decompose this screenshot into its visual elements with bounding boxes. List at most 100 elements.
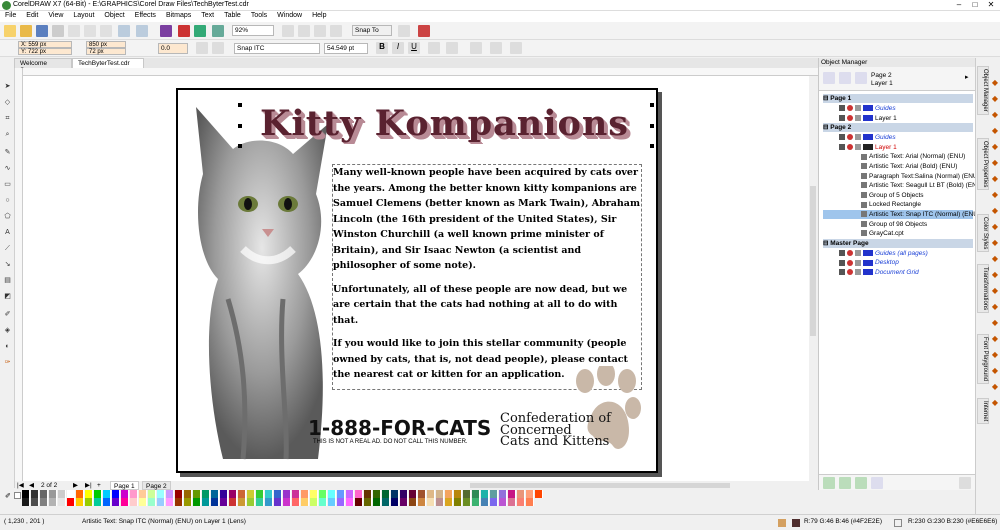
- color-swatch[interactable]: [373, 490, 381, 498]
- docker-menu-arrow-icon[interactable]: ▸: [965, 73, 969, 81]
- color-swatch[interactable]: [391, 498, 399, 506]
- dock-tool-icon[interactable]: ◆: [990, 110, 1000, 120]
- color-swatch[interactable]: [58, 498, 66, 506]
- object-tree-layer[interactable]: Guides: [823, 104, 973, 113]
- color-swatch[interactable]: [445, 498, 453, 506]
- color-swatch[interactable]: [31, 498, 39, 506]
- color-swatch[interactable]: [166, 498, 174, 506]
- menu-edit[interactable]: Edit: [21, 11, 43, 19]
- object-tree-layer[interactable]: Document Grid: [823, 268, 973, 277]
- color-swatch[interactable]: [121, 490, 129, 498]
- selection-handle[interactable]: [650, 103, 654, 107]
- color-swatch[interactable]: [184, 498, 192, 506]
- font-list-select[interactable]: Snap ITC: [234, 43, 320, 54]
- dock-tool-icon[interactable]: ◆: [990, 222, 1000, 232]
- color-swatch[interactable]: [454, 490, 462, 498]
- rulers-icon[interactable]: [298, 25, 310, 37]
- smart-fill-icon[interactable]: ◐: [3, 342, 12, 351]
- dock-tool-icon[interactable]: ◆: [990, 270, 1000, 280]
- layer-color-swatch[interactable]: [863, 134, 873, 141]
- color-swatch[interactable]: [472, 490, 480, 498]
- options-icon[interactable]: [398, 25, 410, 37]
- lock-icon[interactable]: [855, 269, 861, 276]
- gray-cat-image[interactable]: [188, 99, 348, 469]
- color-swatch[interactable]: [40, 498, 48, 506]
- text-tool-icon[interactable]: A: [3, 228, 12, 237]
- object-tree-layer[interactable]: Guides: [823, 133, 973, 142]
- dock-tab-color-styles[interactable]: Color Styles: [977, 214, 989, 253]
- color-swatch[interactable]: [364, 490, 372, 498]
- object-tree-page[interactable]: ⊟ Master Page: [823, 238, 973, 248]
- launch-icon[interactable]: [418, 25, 430, 37]
- menu-window[interactable]: Window: [272, 11, 307, 19]
- color-swatch[interactable]: [436, 490, 444, 498]
- color-swatch[interactable]: [418, 498, 426, 506]
- color-swatch[interactable]: [346, 490, 354, 498]
- app-launcher-icon[interactable]: [212, 25, 224, 37]
- color-swatch[interactable]: [292, 490, 300, 498]
- print-icon[interactable]: [847, 144, 853, 151]
- color-swatch[interactable]: [94, 490, 102, 498]
- dock-tool-icon[interactable]: ◆: [990, 382, 1000, 392]
- bold-icon[interactable]: B: [376, 42, 388, 54]
- open-icon[interactable]: [20, 25, 32, 37]
- color-swatch[interactable]: [274, 498, 282, 506]
- color-swatch[interactable]: [490, 498, 498, 506]
- object-tree-layer[interactable]: Layer 1: [823, 114, 973, 123]
- color-swatch[interactable]: [121, 498, 129, 506]
- artistic-media-icon[interactable]: ∿: [3, 164, 12, 173]
- color-swatch[interactable]: [166, 490, 174, 498]
- align-icon[interactable]: [428, 42, 440, 54]
- tab-welcome-screen[interactable]: Welcome Screen: [14, 58, 72, 74]
- no-color-swatch[interactable]: [14, 492, 21, 499]
- new-master-layer-icon[interactable]: [839, 477, 851, 489]
- menu-text[interactable]: Text: [196, 11, 219, 19]
- color-swatch[interactable]: [499, 490, 507, 498]
- print-icon[interactable]: [847, 269, 853, 276]
- color-swatch[interactable]: [202, 490, 210, 498]
- new-document-icon[interactable]: [4, 25, 16, 37]
- color-swatch[interactable]: [85, 498, 93, 506]
- fill-color-swatch[interactable]: [792, 519, 800, 527]
- color-swatch[interactable]: [265, 498, 273, 506]
- color-swatch[interactable]: [85, 490, 93, 498]
- color-swatch[interactable]: [454, 498, 462, 506]
- layer-color-swatch[interactable]: [863, 144, 873, 151]
- color-swatch[interactable]: [148, 498, 156, 506]
- add-page-icon[interactable]: +: [94, 481, 104, 490]
- phone-disclaimer[interactable]: THIS IS NOT A REAL AD. DO NOT CALL THIS …: [313, 439, 468, 445]
- color-swatch[interactable]: [175, 490, 183, 498]
- cut-icon[interactable]: [68, 25, 80, 37]
- eyedropper-icon[interactable]: ✐: [3, 310, 12, 319]
- color-swatch[interactable]: [409, 498, 417, 506]
- color-swatch[interactable]: [40, 490, 48, 498]
- lock-icon[interactable]: [855, 144, 861, 151]
- color-swatch[interactable]: [445, 490, 453, 498]
- color-swatch[interactable]: [310, 490, 318, 498]
- menu-effects[interactable]: Effects: [130, 11, 161, 19]
- color-swatch[interactable]: [427, 490, 435, 498]
- dock-tab-object-properties[interactable]: Object Properties: [977, 138, 989, 191]
- ellipse-tool-icon[interactable]: ○: [3, 196, 12, 205]
- last-page-icon[interactable]: ▶|: [82, 481, 95, 490]
- color-swatch[interactable]: [346, 498, 354, 506]
- import-icon[interactable]: [178, 25, 190, 37]
- color-swatch[interactable]: [490, 490, 498, 498]
- selection-handle[interactable]: [238, 103, 242, 107]
- print-icon[interactable]: [847, 259, 853, 266]
- eye-icon[interactable]: [839, 134, 845, 141]
- object-tree-layer[interactable]: Layer 1: [823, 143, 973, 152]
- transparency-icon[interactable]: ◩: [3, 292, 12, 301]
- color-swatch[interactable]: [436, 498, 444, 506]
- object-tree-object[interactable]: Group of 98 Objects: [823, 220, 973, 229]
- color-swatch[interactable]: [139, 490, 147, 498]
- redo-icon[interactable]: [136, 25, 148, 37]
- underline-icon[interactable]: U: [408, 42, 420, 54]
- font-size-select[interactable]: 54.549 pt: [324, 43, 368, 54]
- color-swatch[interactable]: [526, 498, 534, 506]
- color-swatch[interactable]: [292, 498, 300, 506]
- save-icon[interactable]: [36, 25, 48, 37]
- color-swatch[interactable]: [274, 490, 282, 498]
- object-tree-page[interactable]: ⊟ Page 1: [823, 94, 973, 103]
- color-swatch[interactable]: [283, 490, 291, 498]
